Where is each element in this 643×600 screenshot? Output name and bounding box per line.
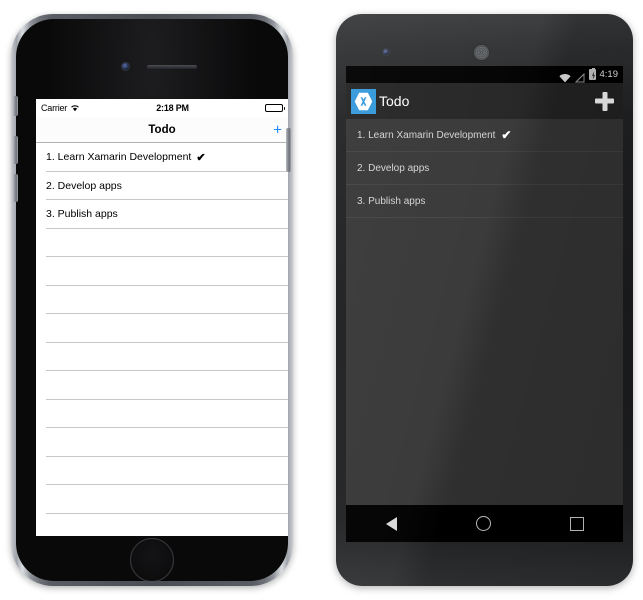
page-title: Todo [148,123,176,136]
list-item[interactable]: 1. Learn Xamarin Development ✔ [346,119,623,152]
wifi-icon [558,70,571,83]
android-proximity-sensor [567,51,571,55]
ios-navigation-bar: Todo + [36,117,288,143]
list-item-label: 1. Learn Xamarin Development [46,151,192,164]
list-item-label: 2. Develop apps [357,162,430,174]
checkmark-icon: ✔ [501,128,512,142]
add-item-button[interactable]: + [273,122,282,137]
list-item-empty [36,400,288,429]
list-item-label: 1. Learn Xamarin Development [357,129,496,141]
list-item[interactable]: 1. Learn Xamarin Development ✔ [36,143,288,172]
iphone-home-button[interactable] [130,538,174,581]
android-device-mockup: 4:19 Todo 1. Learn Xamarin Development ✔ 2… [336,14,633,586]
iphone-silent-switch[interactable] [13,96,18,116]
list-item-empty [36,229,288,258]
list-item-empty [36,485,288,514]
android-navigation-bar [346,505,623,542]
list-item-empty [36,428,288,457]
iphone-volume-down-button[interactable] [13,174,18,202]
list-item-empty [36,371,288,400]
iphone-earpiece-speaker [147,65,197,69]
ios-status-bar: Carrier 2:18 PM [36,99,288,117]
list-item-empty [36,343,288,372]
android-clock: 4:19 [599,69,619,80]
iphone-volume-up-button[interactable] [13,136,18,164]
ios-clock: 2:18 PM [156,103,189,113]
home-circle-icon[interactable] [475,516,491,531]
iphone-power-button[interactable] [286,128,291,172]
ios-status-left: Carrier [41,103,80,113]
list-item[interactable]: 2. Develop apps [346,152,623,185]
list-item-empty [36,514,288,537]
list-item-empty [36,457,288,486]
app-title: Todo [379,93,410,109]
signal-disabled-icon [574,70,585,82]
checkmark-icon: ✔ [196,151,206,164]
list-item[interactable]: 2. Develop apps [36,172,288,201]
android-app-bar: Todo [346,83,623,119]
android-todo-list[interactable]: 1. Learn Xamarin Development ✔ 2. Develop … [346,119,623,505]
android-bezel-dot [594,52,596,54]
ios-todo-list[interactable]: 1. Learn Xamarin Development ✔ 2. Develop … [36,143,288,536]
iphone-device-mockup: Carrier 2:18 PM Todo + 1. Learn Xamarin … [11,14,293,586]
android-front-camera-icon [383,49,389,55]
android-bezel-dot [599,52,601,54]
add-item-button[interactable] [595,92,614,111]
list-item[interactable]: 3. Publish apps [36,200,288,229]
android-light-sensor [579,51,583,55]
list-item-empty [36,257,288,286]
list-item-label: 3. Publish apps [357,195,426,207]
iphone-body: Carrier 2:18 PM Todo + 1. Learn Xamarin … [16,19,288,581]
back-triangle-icon[interactable] [385,516,397,531]
list-item-empty [36,314,288,343]
wifi-icon [70,104,80,112]
list-item-label: 3. Publish apps [46,208,118,221]
android-bezel-dot [604,52,606,54]
android-body: 4:19 Todo 1. Learn Xamarin Development ✔ 2… [336,14,633,586]
iphone-front-camera-icon [122,63,129,70]
recents-square-icon[interactable] [569,516,584,531]
ios-status-right [265,104,285,112]
list-item-label: 2. Develop apps [46,179,122,192]
android-earpiece-speaker [474,45,489,60]
android-screen: 4:19 Todo 1. Learn Xamarin Development ✔ 2… [346,66,623,542]
ios-carrier-label: Carrier [41,103,68,113]
list-item-empty [36,286,288,315]
android-status-bar: 4:19 [346,66,623,83]
list-item[interactable]: 3. Publish apps [346,185,623,218]
iphone-screen: Carrier 2:18 PM Todo + 1. Learn Xamarin … [36,99,288,536]
battery-full-icon [265,104,285,112]
xamarin-logo-icon [351,88,376,114]
battery-charging-icon [588,68,596,80]
